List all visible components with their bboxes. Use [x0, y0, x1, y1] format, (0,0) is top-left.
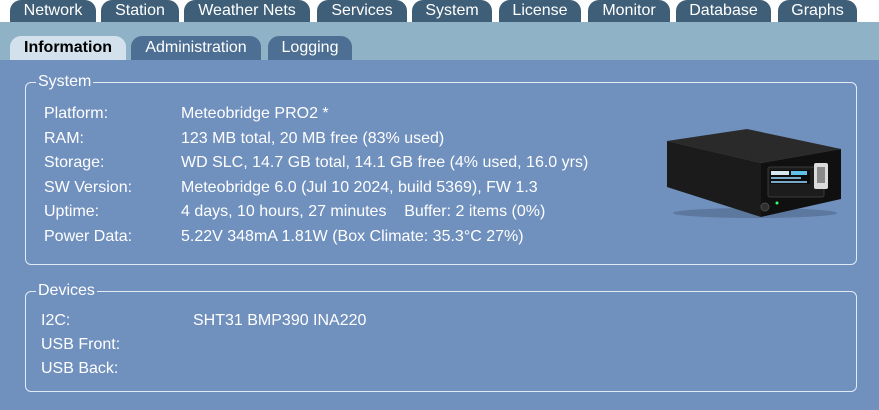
tab-administration[interactable]: Administration — [131, 36, 261, 60]
tab-monitor[interactable]: Monitor — [588, 0, 670, 22]
system-label-uptime: Uptime: — [44, 203, 100, 220]
tab-services[interactable]: Services — [317, 0, 407, 22]
system-legend: System — [38, 73, 92, 90]
system-label-ram: RAM: — [44, 130, 84, 147]
meteobridge-device-image — [667, 129, 841, 218]
devices-label-usb-front: USB Front: — [41, 336, 121, 353]
devices-label-i2c: I2C: — [41, 312, 71, 329]
system-label-power-data: Power Data: — [44, 228, 133, 245]
system-label-sw-version: SW Version: — [44, 179, 133, 196]
tab-graphs[interactable]: Graphs — [778, 0, 857, 22]
system-value-sw-version: Meteobridge 6.0 (Jul 10 2024, build 5369… — [181, 179, 538, 196]
devices-legend: Devices — [38, 282, 95, 299]
tab-system[interactable]: System — [412, 0, 492, 22]
tab-information[interactable]: Information — [10, 36, 126, 60]
tab-license[interactable]: License — [499, 0, 581, 22]
devices-label-usb-back: USB Back: — [41, 360, 119, 377]
tab-database[interactable]: Database — [676, 0, 771, 22]
tab-logging[interactable]: Logging — [268, 36, 352, 60]
system-label-storage: Storage: — [44, 154, 105, 171]
devices-value-i2c: SHT31 BMP390 INA220 — [193, 312, 367, 329]
tab-network[interactable]: Network — [10, 0, 96, 22]
tab-station[interactable]: Station — [101, 0, 179, 22]
system-value-uptime: 4 days, 10 hours, 27 minutes Buffer: 2 i… — [181, 203, 546, 220]
top-tab-bar: Network Station Weather Nets Services Sy… — [0, 0, 879, 22]
system-value-power-data: 5.22V 348mA 1.81W (Box Climate: 35.3°C 2… — [181, 228, 524, 245]
system-value-storage: WD SLC, 14.7 GB total, 14.1 GB free (4% … — [181, 154, 589, 171]
tab-weather-nets[interactable]: Weather Nets — [184, 0, 310, 22]
devices-group: Devices — [25, 282, 857, 392]
system-value-platform: Meteobridge PRO2 * — [181, 105, 329, 122]
system-value-ram: 123 MB total, 20 MB free (83% used) — [181, 130, 445, 147]
system-label-platform: Platform: — [44, 105, 109, 122]
